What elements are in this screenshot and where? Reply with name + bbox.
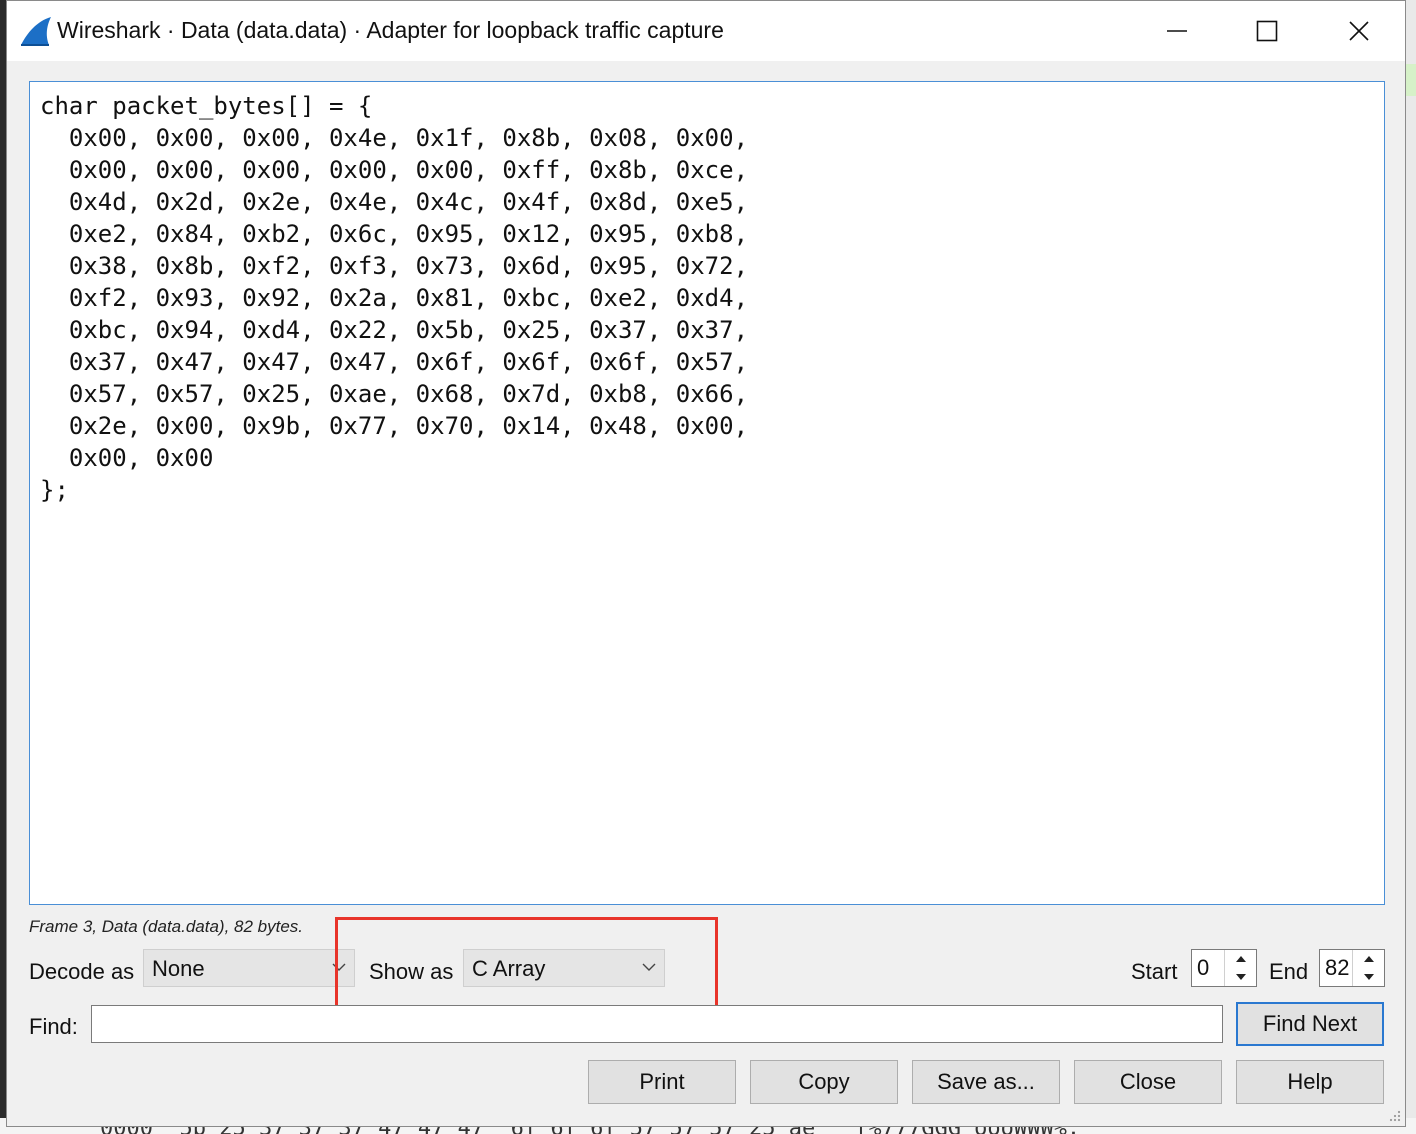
close-button[interactable]: Close bbox=[1074, 1060, 1222, 1104]
spin-up-button[interactable] bbox=[1353, 950, 1384, 968]
maximize-icon bbox=[1256, 20, 1278, 42]
caret-up-icon bbox=[1363, 956, 1374, 962]
close-icon bbox=[1349, 21, 1369, 41]
end-label: End bbox=[1269, 959, 1309, 984]
code-line: 0xbc, 0x94, 0xd4, 0x22, 0x5b, 0x25, 0x37… bbox=[40, 316, 749, 344]
start-spinbox[interactable]: 0 bbox=[1191, 949, 1257, 987]
show-packet-bytes-dialog: Wireshark · Data (data.data) · Adapter f… bbox=[6, 0, 1406, 1127]
help-button[interactable]: Help bbox=[1236, 1060, 1384, 1104]
wireshark-fin-icon bbox=[21, 17, 51, 46]
background-window-edge bbox=[1406, 0, 1416, 1134]
code-line: 0x38, 0x8b, 0xf2, 0xf3, 0x73, 0x6d, 0x95… bbox=[40, 252, 749, 280]
minimize-button[interactable] bbox=[1131, 1, 1223, 61]
spin-down-button[interactable] bbox=[1353, 968, 1384, 986]
code-line: 0x2e, 0x00, 0x9b, 0x77, 0x70, 0x14, 0x48… bbox=[40, 412, 749, 440]
packet-bytes-text[interactable]: char packet_bytes[] = { 0x00, 0x00, 0x00… bbox=[29, 81, 1385, 905]
end-value: 82 bbox=[1325, 955, 1350, 980]
find-input[interactable] bbox=[91, 1005, 1223, 1043]
code-line: 0xe2, 0x84, 0xb2, 0x6c, 0x95, 0x12, 0x95… bbox=[40, 220, 749, 248]
caret-down-icon bbox=[1363, 974, 1374, 980]
frame-info-label: Frame 3, Data (data.data), 82 bytes. bbox=[29, 917, 304, 936]
start-value: 0 bbox=[1197, 955, 1210, 980]
code-line: 0x4d, 0x2d, 0x2e, 0x4e, 0x4c, 0x4f, 0x8d… bbox=[40, 188, 749, 216]
maximize-button[interactable] bbox=[1221, 1, 1313, 61]
title-bar[interactable]: Wireshark · Data (data.data) · Adapter f… bbox=[7, 1, 1405, 61]
code-line: char packet_bytes[] = { bbox=[40, 92, 373, 120]
caret-up-icon bbox=[1235, 956, 1246, 962]
code-line: 0x37, 0x47, 0x47, 0x47, 0x6f, 0x6f, 0x6f… bbox=[40, 348, 749, 376]
code-line: 0x57, 0x57, 0x25, 0xae, 0x68, 0x7d, 0xb8… bbox=[40, 380, 749, 408]
code-line: 0x00, 0x00, 0x00, 0x4e, 0x1f, 0x8b, 0x08… bbox=[40, 124, 749, 152]
print-button[interactable]: Print bbox=[588, 1060, 736, 1104]
annotation-highlight-box bbox=[335, 917, 718, 1015]
spin-up-button[interactable] bbox=[1225, 950, 1256, 968]
save-as-button[interactable]: Save as... bbox=[912, 1060, 1060, 1104]
decode-as-select[interactable]: None bbox=[143, 949, 355, 987]
caret-down-icon bbox=[1235, 974, 1246, 980]
code-line: }; bbox=[40, 476, 69, 504]
background-green-row bbox=[1406, 64, 1416, 96]
copy-button[interactable]: Copy bbox=[750, 1060, 898, 1104]
window-title: Wireshark · Data (data.data) · Adapter f… bbox=[57, 17, 724, 43]
code-line: 0x00, 0x00, 0x00, 0x00, 0x00, 0xff, 0x8b… bbox=[40, 156, 749, 184]
decode-as-value: None bbox=[152, 956, 205, 981]
code-line: 0xf2, 0x93, 0x92, 0x2a, 0x81, 0xbc, 0xe2… bbox=[40, 284, 749, 312]
spin-down-button[interactable] bbox=[1225, 968, 1256, 986]
start-label: Start bbox=[1131, 959, 1178, 984]
find-label: Find: bbox=[29, 1014, 78, 1039]
find-next-button[interactable]: Find Next bbox=[1236, 1002, 1384, 1046]
minimize-icon bbox=[1167, 30, 1187, 32]
close-window-button[interactable] bbox=[1313, 1, 1405, 61]
code-line: 0x00, 0x00 bbox=[40, 444, 214, 472]
decode-as-label: Decode as bbox=[29, 959, 135, 984]
resize-grip-icon[interactable] bbox=[1387, 1108, 1401, 1122]
end-spinbox[interactable]: 82 bbox=[1319, 949, 1385, 987]
